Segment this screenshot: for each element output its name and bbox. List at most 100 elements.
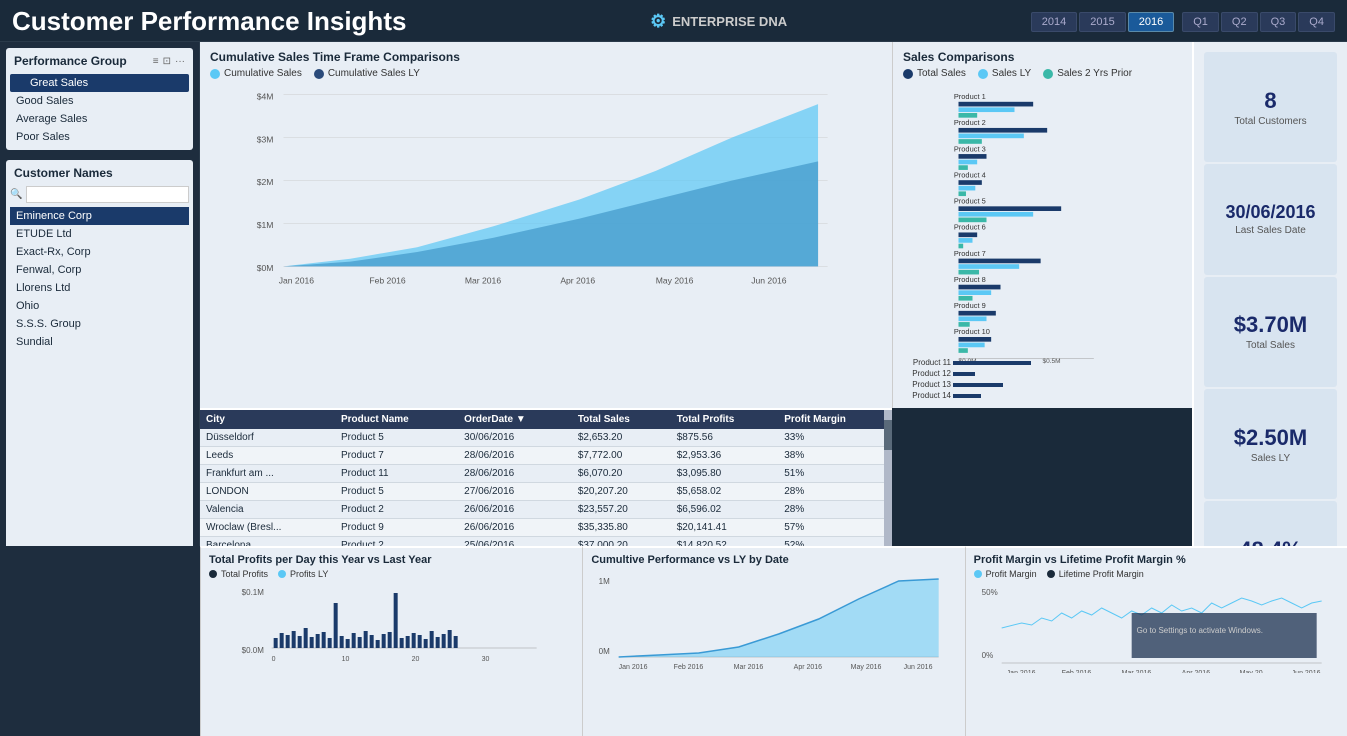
kpi-last-date-value: 30/06/2016 bbox=[1214, 202, 1327, 223]
svg-text:$0.1M: $0.1M bbox=[242, 588, 265, 597]
legend-dot-ly bbox=[978, 69, 988, 79]
legend-label-sales: Cumulative Sales bbox=[224, 68, 302, 79]
legend-profits-ly-label: Profits LY bbox=[290, 569, 328, 579]
customer-llorens[interactable]: Llorens Ltd bbox=[10, 279, 189, 297]
table-row[interactable]: ValenciaProduct 226/06/2016$23,557.20$6,… bbox=[200, 501, 892, 519]
customer-etude-ltd[interactable]: ETUDE Ltd bbox=[10, 225, 189, 243]
col-product: Product Name bbox=[335, 410, 458, 429]
table-row[interactable]: LONDONProduct 527/06/2016$20,207.20$5,65… bbox=[200, 483, 892, 501]
svg-text:Product 10: Product 10 bbox=[954, 327, 990, 336]
year-2015-btn[interactable]: 2015 bbox=[1079, 12, 1125, 32]
perf-item-good-sales[interactable]: Good Sales bbox=[10, 92, 189, 110]
col-total-sales: Total Sales bbox=[572, 410, 671, 429]
legend-profit-margin-label: Profit Margin bbox=[986, 569, 1037, 579]
col-total-profits: Total Profits bbox=[671, 410, 778, 429]
svg-text:Jun 2016: Jun 2016 bbox=[904, 664, 933, 671]
scrollbar-thumb[interactable] bbox=[884, 420, 892, 450]
svg-text:Feb 2016: Feb 2016 bbox=[1061, 670, 1091, 673]
sales-comparisons-title: Sales Comparisons bbox=[903, 50, 1182, 64]
customer-eminence-corp[interactable]: Eminence Corp bbox=[10, 207, 189, 225]
legend-sales-ly: Sales LY bbox=[978, 68, 1031, 79]
perf-item-average-sales[interactable]: Average Sales bbox=[10, 110, 189, 128]
legend-lifetime-margin-label: Lifetime Profit Margin bbox=[1059, 569, 1144, 579]
kpi-total-customers-label: Total Customers bbox=[1214, 116, 1327, 127]
kpi-last-date-label: Last Sales Date bbox=[1214, 225, 1327, 236]
more-icon[interactable]: ··· bbox=[175, 56, 185, 67]
panel-header-perf: Performance Group ≡ ⊡ ··· bbox=[10, 52, 189, 70]
margin-chart-title: Profit Margin vs Lifetime Profit Margin … bbox=[974, 554, 1339, 566]
expand-icon[interactable]: ⊡ bbox=[163, 56, 171, 67]
header: Customer Performance Insights ⚙ ENTERPRI… bbox=[0, 0, 1347, 42]
search-icon: 🔍 bbox=[10, 189, 22, 200]
profits-svg: $0.1M $0.0M bbox=[209, 583, 574, 663]
table-row[interactable]: DüsseldorfProduct 530/06/2016$2,653.20$8… bbox=[200, 429, 892, 447]
svg-text:$1M: $1M bbox=[257, 220, 274, 230]
svg-text:Jun 2016: Jun 2016 bbox=[1291, 670, 1320, 673]
legend-dot-sales bbox=[210, 69, 220, 79]
header-center: ⚙ ENTERPRISE DNA bbox=[650, 11, 787, 32]
q3-btn[interactable]: Q3 bbox=[1260, 12, 1297, 32]
table-row[interactable]: Wroclaw (Bresl...Product 926/06/2016$35,… bbox=[200, 519, 892, 537]
table-row[interactable]: Frankfurt am ...Product 1128/06/2016$6,0… bbox=[200, 465, 892, 483]
svg-text:30: 30 bbox=[482, 656, 490, 663]
customer-names-title: Customer Names bbox=[14, 166, 113, 180]
q1-btn[interactable]: Q1 bbox=[1182, 12, 1219, 32]
customer-ohio[interactable]: Ohio bbox=[10, 297, 189, 315]
year-buttons: 2014 2015 2016 bbox=[1031, 12, 1174, 32]
legend-profits-label: Total Profits bbox=[221, 569, 268, 579]
legend-dot-profit-margin bbox=[974, 570, 982, 578]
svg-text:Product 3: Product 3 bbox=[954, 144, 986, 153]
svg-text:10: 10 bbox=[342, 656, 350, 663]
dna-logo: ⚙ ENTERPRISE DNA bbox=[650, 11, 787, 32]
legend-cumulative-sales-ly: Cumulative Sales LY bbox=[314, 68, 420, 79]
svg-text:50%: 50% bbox=[981, 588, 997, 597]
perf-label-2: Average Sales bbox=[16, 113, 87, 125]
legend-profit-margin: Profit Margin bbox=[974, 569, 1037, 579]
year-2016-btn[interactable]: 2016 bbox=[1128, 12, 1174, 32]
q4-btn[interactable]: Q4 bbox=[1298, 12, 1335, 32]
kpi-sales-ly: $2.50M Sales LY bbox=[1204, 389, 1337, 499]
svg-text:Product 6: Product 6 bbox=[954, 223, 986, 232]
kpi-sales-ly-label: Sales LY bbox=[1214, 453, 1327, 464]
svg-text:May 20...: May 20... bbox=[1239, 670, 1268, 673]
perf-label-0: Great Sales bbox=[30, 77, 88, 89]
kpi-total-customers: 8 Total Customers bbox=[1204, 52, 1337, 162]
legend-profits-ly: Profits LY bbox=[278, 569, 328, 579]
customer-sss-group[interactable]: S.S.S. Group bbox=[10, 315, 189, 333]
legend-lifetime-margin: Lifetime Profit Margin bbox=[1047, 569, 1144, 579]
kpi-sales-ly-value: $2.50M bbox=[1214, 425, 1327, 451]
customer-exact-rx[interactable]: Exact-Rx, Corp bbox=[10, 243, 189, 261]
bottom-spacer bbox=[0, 546, 200, 736]
customer-search-input[interactable] bbox=[26, 186, 189, 203]
hamburger-icon[interactable]: ≡ bbox=[153, 56, 159, 67]
q2-btn[interactable]: Q2 bbox=[1221, 12, 1258, 32]
customer-label-5: Ohio bbox=[16, 300, 39, 312]
svg-text:May 2016: May 2016 bbox=[851, 664, 882, 671]
svg-text:$0.5M: $0.5M bbox=[1043, 358, 1061, 365]
cumulative-perf-svg: 1M 0M Jan 2016 Feb 2016 Mar 2016 Apr 201… bbox=[591, 569, 956, 679]
table-row[interactable]: LeedsProduct 728/06/2016$7,772.00$2,953.… bbox=[200, 447, 892, 465]
perf-item-great-sales[interactable]: Great Sales bbox=[10, 74, 189, 92]
customer-label-2: Exact-Rx, Corp bbox=[16, 246, 91, 258]
svg-text:Apr 2016: Apr 2016 bbox=[1181, 670, 1210, 673]
customer-fenwal[interactable]: Fenwal, Corp bbox=[10, 261, 189, 279]
svg-text:0M: 0M bbox=[599, 647, 610, 656]
panel-icons-perf: ≡ ⊡ ··· bbox=[153, 56, 185, 67]
legend-label-sales-ly: Cumulative Sales LY bbox=[328, 68, 420, 79]
svg-text:Mar 2016: Mar 2016 bbox=[1121, 670, 1151, 673]
bottom-profits-chart: Total Profits per Day this Year vs Last … bbox=[200, 546, 582, 736]
kpi-total-customers-value: 8 bbox=[1214, 88, 1327, 114]
svg-text:Jan 2016: Jan 2016 bbox=[619, 664, 648, 671]
checkbox-great-sales bbox=[16, 78, 26, 88]
svg-text:Product 9: Product 9 bbox=[954, 301, 986, 310]
cumulative-chart-title: Cumulative Sales Time Frame Comparisons bbox=[210, 50, 882, 64]
perf-label-1: Good Sales bbox=[16, 95, 73, 107]
perf-label-3: Poor Sales bbox=[16, 131, 70, 143]
legend-label-total: Total Sales bbox=[917, 68, 966, 79]
customer-sundial[interactable]: Sundial bbox=[10, 333, 189, 351]
perf-item-poor-sales[interactable]: Poor Sales bbox=[10, 128, 189, 146]
year-2014-btn[interactable]: 2014 bbox=[1031, 12, 1077, 32]
svg-text:Product 1: Product 1 bbox=[954, 92, 986, 101]
cumulative-svg-chart: $4M $3M $2M $1M $0M Jan 2016 Feb 2016 Ma… bbox=[210, 85, 882, 295]
legend-dot-profits bbox=[209, 570, 217, 578]
